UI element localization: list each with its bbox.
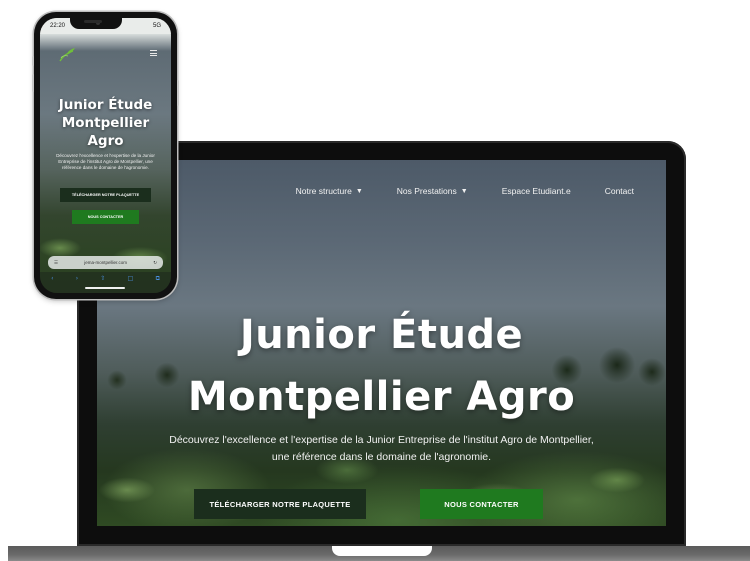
phone-side-button bbox=[32, 56, 34, 66]
nav-item-nos-prestations[interactable]: Nos Prestations ▼ bbox=[397, 186, 468, 196]
phone-speaker bbox=[84, 20, 102, 23]
forward-icon[interactable]: › bbox=[76, 275, 78, 282]
phone-notch bbox=[70, 17, 122, 29]
hero-subtitle-line1: Découvrez l'excellence et l'expertise de… bbox=[169, 434, 594, 446]
hamburger-menu-icon[interactable] bbox=[150, 50, 157, 56]
back-icon[interactable]: ‹ bbox=[51, 275, 53, 282]
phone-side-button bbox=[32, 74, 34, 92]
phone-hero-subtitle: Découvrez l'excellence et l'expertise de… bbox=[56, 153, 155, 170]
phone-contact-us-button[interactable]: Nous contacter bbox=[72, 210, 139, 224]
browser-toolbar: ‹ › ⇧ □ ⧉ bbox=[40, 272, 171, 293]
status-time: 22:20 bbox=[50, 23, 66, 29]
url-text: jema-montpellier.com bbox=[84, 260, 128, 265]
nav-item-contact[interactable]: Contact bbox=[605, 186, 634, 196]
home-indicator bbox=[85, 287, 125, 289]
hero-title-line2: Montpellier Agro bbox=[187, 374, 576, 420]
chevron-down-icon: ▼ bbox=[460, 187, 468, 195]
nav-item-espace-etudiant[interactable]: Espace Etudiant.e bbox=[502, 186, 571, 196]
contact-us-button[interactable]: Nous contacter bbox=[420, 489, 543, 519]
nav-item-label: Espace Etudiant.e bbox=[501, 186, 571, 196]
laptop-notch bbox=[332, 546, 432, 556]
hero-title-line1: Junior Étude bbox=[239, 312, 524, 358]
phone-hero-title-line1: Junior Étude bbox=[58, 97, 153, 113]
hero-subtitle: Découvrez l'excellence et l'expertise de… bbox=[117, 432, 646, 466]
phone-hero-title-line2: Montpellier bbox=[61, 115, 150, 131]
phone-side-button bbox=[177, 80, 179, 106]
bookmarks-icon[interactable]: □ bbox=[128, 275, 134, 282]
share-icon[interactable]: ⇧ bbox=[100, 275, 105, 282]
nav-item-notre-structure[interactable]: Notre structure ▼ bbox=[296, 186, 363, 196]
nav-item-label: Nos Prestations bbox=[396, 186, 457, 196]
reload-icon[interactable]: ↻ bbox=[153, 260, 157, 266]
phone-screen: 22:20 5G Junior Étude Montpellier Agro D… bbox=[40, 18, 171, 293]
tabs-icon[interactable]: ⧉ bbox=[156, 275, 160, 283]
hero-subtitle-line2: une référence dans le domaine de l'agron… bbox=[271, 451, 492, 463]
phone-download-brochure-button[interactable]: Télécharger notre plaquette bbox=[60, 188, 151, 202]
main-nav: Notre structure ▼ Nos Prestations ▼ Espa… bbox=[296, 186, 634, 196]
jema-logo[interactable] bbox=[57, 46, 77, 64]
nav-item-label: Contact bbox=[604, 186, 634, 196]
chevron-down-icon: ▼ bbox=[355, 187, 363, 195]
laptop-screen: Notre structure ▼ Nos Prestations ▼ Espa… bbox=[97, 160, 666, 526]
reader-icon[interactable]: ☰ bbox=[54, 260, 58, 266]
browser-url-bar[interactable]: ☰ jema-montpellier.com ↻ bbox=[48, 256, 163, 269]
phone-hero-title-line3: Agro bbox=[87, 133, 124, 149]
download-brochure-button[interactable]: Télécharger notre plaquette bbox=[194, 489, 366, 519]
nav-item-label: Notre structure bbox=[295, 186, 352, 196]
status-network: 5G bbox=[152, 23, 161, 29]
